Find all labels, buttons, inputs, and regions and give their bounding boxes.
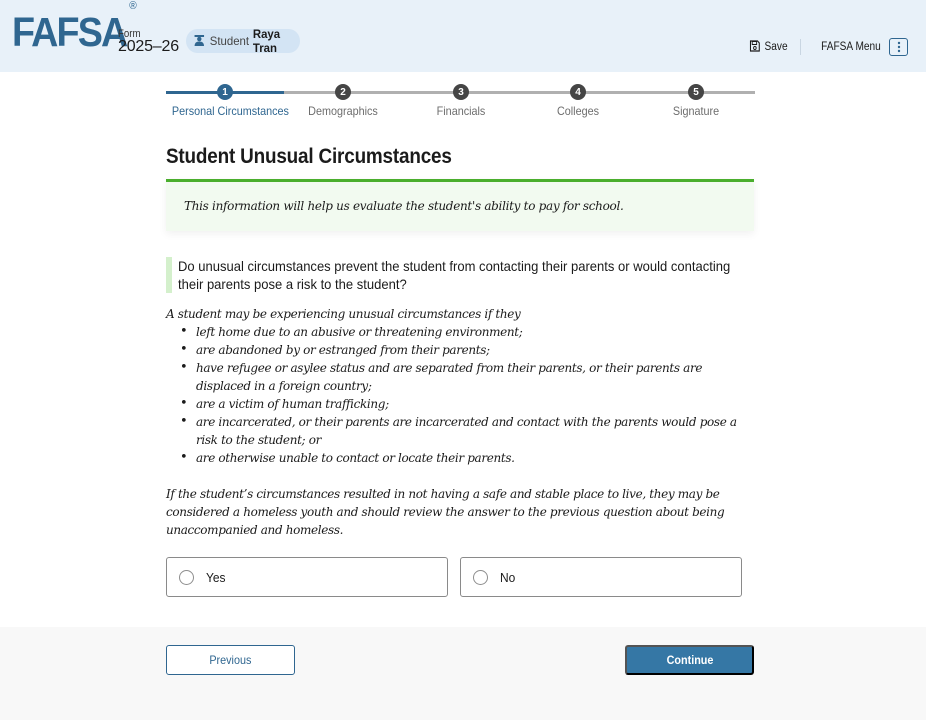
homeless-note: If the student’s circumstances resulted … [166, 487, 725, 537]
step-label: Colleges [556, 104, 600, 118]
student-badge: Student Raya Tran [186, 27, 300, 55]
step-label: Demographics [308, 104, 378, 118]
site-header: FAFSA® Form 2025–26 Student Raya Tran Sa… [0, 0, 926, 72]
radio-no-label: No [500, 569, 516, 585]
step-number: 4 [570, 84, 586, 100]
help-list-item: left home due to an abusive or threateni… [180, 323, 758, 341]
help-list: left home due to an abusive or threateni… [180, 323, 758, 467]
help-list-item: are incarcerated, or their parents are i… [180, 413, 758, 449]
kebab-vertical-icon [889, 38, 908, 56]
save-button[interactable]: Save [749, 39, 788, 55]
step-colleges: 4 Colleges [519, 84, 637, 124]
step-demographics: 2 Demographics [284, 84, 402, 124]
step-number: 5 [688, 84, 704, 100]
progress-stepper: 1 Personal Circumstances 2 Demographics … [166, 84, 755, 124]
step-label: Financials [436, 104, 486, 118]
radio-circle-icon [179, 569, 194, 585]
fafsa-logo[interactable]: FAFSA® [12, 1, 137, 55]
fafsa-menu-label: FAFSA Menu [821, 41, 881, 53]
previous-button[interactable]: Previous [166, 645, 295, 675]
continue-button[interactable]: Continue [625, 645, 754, 675]
fafsa-menu-button[interactable]: FAFSA Menu [813, 38, 908, 56]
continue-label: Continue [666, 653, 713, 667]
radio-no[interactable]: No [460, 557, 742, 597]
student-name: Raya Tran [252, 27, 281, 55]
help-text: A student may be experiencing unusual ci… [166, 305, 758, 539]
form-footer: Previous Continue [0, 627, 926, 720]
question-text: Do unusual circumstances prevent the stu… [178, 258, 731, 292]
form-year: 2025–26 [118, 38, 179, 55]
logo-text: FAFSA [12, 9, 128, 55]
step-financials: 3 Financials [402, 84, 520, 124]
step-personal-circumstances: 1 Personal Circumstances [166, 84, 289, 124]
radio-circle-icon [473, 569, 488, 585]
help-list-item: are otherwise unable to contact or locat… [180, 449, 758, 467]
save-label: Save [764, 41, 788, 53]
step-label: Personal Circumstances [171, 104, 289, 118]
step-number: 3 [453, 84, 469, 100]
help-list-item: have refugee or asylee status and are se… [180, 359, 758, 395]
header-divider [800, 39, 802, 55]
step-number: 2 [335, 84, 351, 100]
registered-mark: ® [129, 0, 137, 13]
info-text: This information will help us evaluate t… [184, 199, 624, 213]
radio-yes-label: Yes [206, 569, 226, 585]
student-label: Student [209, 34, 250, 48]
step-label: Signature [672, 104, 720, 118]
step-number: 1 [217, 84, 233, 100]
page-title: Student Unusual Circumstances [166, 145, 452, 168]
graduate-icon [194, 34, 205, 49]
previous-label: Previous [209, 653, 252, 667]
floppy-disk-icon [749, 39, 761, 55]
radio-yes[interactable]: Yes [166, 557, 448, 597]
help-list-item: are a victim of human trafficking; [180, 395, 758, 413]
question-legend: Do unusual circumstances prevent the stu… [166, 257, 756, 293]
info-alert: This information will help us evaluate t… [166, 179, 754, 231]
step-signature: 5 Signature [637, 84, 755, 124]
help-intro: A student may be experiencing unusual ci… [166, 307, 521, 321]
help-list-item: are abandoned by or estranged from their… [180, 341, 758, 359]
